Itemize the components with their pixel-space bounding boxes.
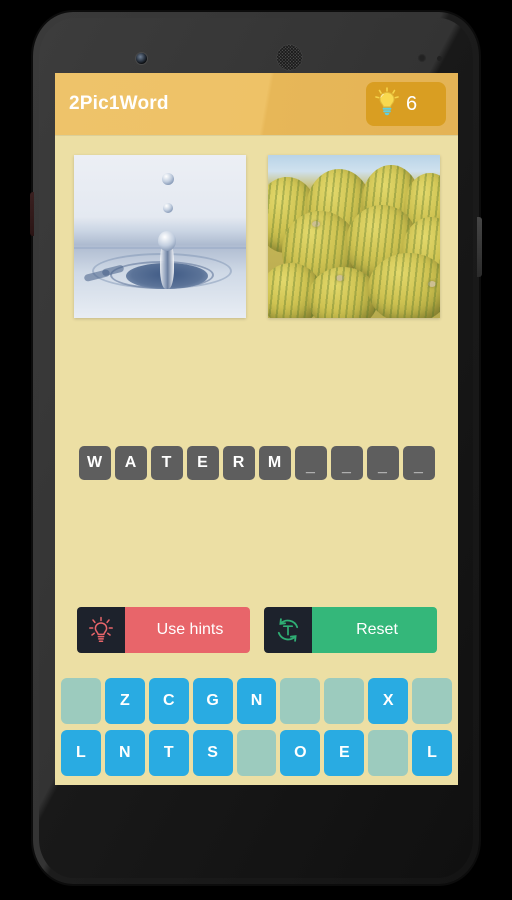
reset-circle-icon xyxy=(263,607,312,653)
letter-key[interactable]: S xyxy=(192,730,233,776)
answer-slot-empty[interactable]: _ xyxy=(330,445,363,480)
answer-slot-empty[interactable]: _ xyxy=(402,445,435,480)
letter-key[interactable]: N xyxy=(236,678,277,724)
answer-slot-row: W A T E R M _ _ _ _ xyxy=(78,445,435,480)
letter-key[interactable]: X xyxy=(368,678,409,724)
answer-slot-filled[interactable]: W xyxy=(78,445,111,480)
letter-key[interactable]: O xyxy=(280,730,321,776)
letter-key[interactable]: T xyxy=(148,730,189,776)
hint-count: 6 xyxy=(406,92,418,115)
letter-key-empty xyxy=(368,730,409,776)
app-title: 2Pic1Word xyxy=(69,93,169,114)
answer-slot-filled[interactable]: A xyxy=(114,445,147,480)
power-button[interactable] xyxy=(477,217,482,277)
answer-area: W A T E R M _ _ _ _ xyxy=(55,318,458,607)
phone-screen: 2Pic1Word 6 W A T E R M _ _ _ _ Use hint… xyxy=(55,73,458,785)
letter-key[interactable]: N xyxy=(104,730,145,776)
picture-area xyxy=(55,135,458,318)
letter-key[interactable]: G xyxy=(192,678,233,724)
letter-key[interactable]: Z xyxy=(104,678,145,724)
hint-badge[interactable]: 6 xyxy=(366,82,446,126)
earpiece-speaker-icon xyxy=(276,44,303,71)
letter-key-empty xyxy=(412,678,453,724)
action-button-row: Use hints Reset xyxy=(55,607,458,671)
letter-key[interactable]: L xyxy=(412,730,453,776)
water-drop-photo[interactable] xyxy=(73,155,246,318)
answer-slot-filled[interactable]: M xyxy=(258,445,291,480)
letter-key[interactable]: E xyxy=(324,730,365,776)
reset-label: Reset xyxy=(311,607,437,653)
letter-key-empty xyxy=(324,678,365,724)
keyboard-row: ZCGN X xyxy=(61,678,453,724)
volume-button[interactable] xyxy=(30,192,34,236)
answer-slot-filled[interactable]: T xyxy=(150,445,183,480)
front-camera-icon xyxy=(136,53,147,64)
letter-key-empty xyxy=(236,730,277,776)
letter-key-empty xyxy=(280,678,321,724)
use-hints-label: Use hints xyxy=(124,607,250,653)
use-hints-button[interactable]: Use hints xyxy=(76,607,250,653)
reset-button[interactable]: Reset xyxy=(263,607,437,653)
letter-key[interactable]: C xyxy=(148,678,189,724)
letter-key-empty xyxy=(61,678,101,724)
answer-slot-empty[interactable]: _ xyxy=(294,445,327,480)
letter-key[interactable]: L xyxy=(61,730,101,776)
app-header: 2Pic1Word 6 xyxy=(55,73,458,135)
answer-slot-empty[interactable]: _ xyxy=(366,445,399,480)
melons-photo[interactable] xyxy=(267,155,440,318)
proximity-sensor-icon xyxy=(418,54,426,62)
hint-lightbulb-icon xyxy=(76,607,125,653)
light-sensor-icon xyxy=(437,56,442,61)
lightbulb-icon xyxy=(374,86,400,122)
answer-slot-filled[interactable]: R xyxy=(222,445,255,480)
answer-slot-filled[interactable]: E xyxy=(186,445,219,480)
keyboard-row: LNTSOEL xyxy=(61,730,453,776)
phone-frame: 2Pic1Word 6 W A T E R M _ _ _ _ Use hint… xyxy=(30,12,482,884)
game-app: 2Pic1Word 6 W A T E R M _ _ _ _ Use hint… xyxy=(55,73,458,785)
letter-keyboard: ZCGNXLNTSOEL xyxy=(55,671,458,785)
